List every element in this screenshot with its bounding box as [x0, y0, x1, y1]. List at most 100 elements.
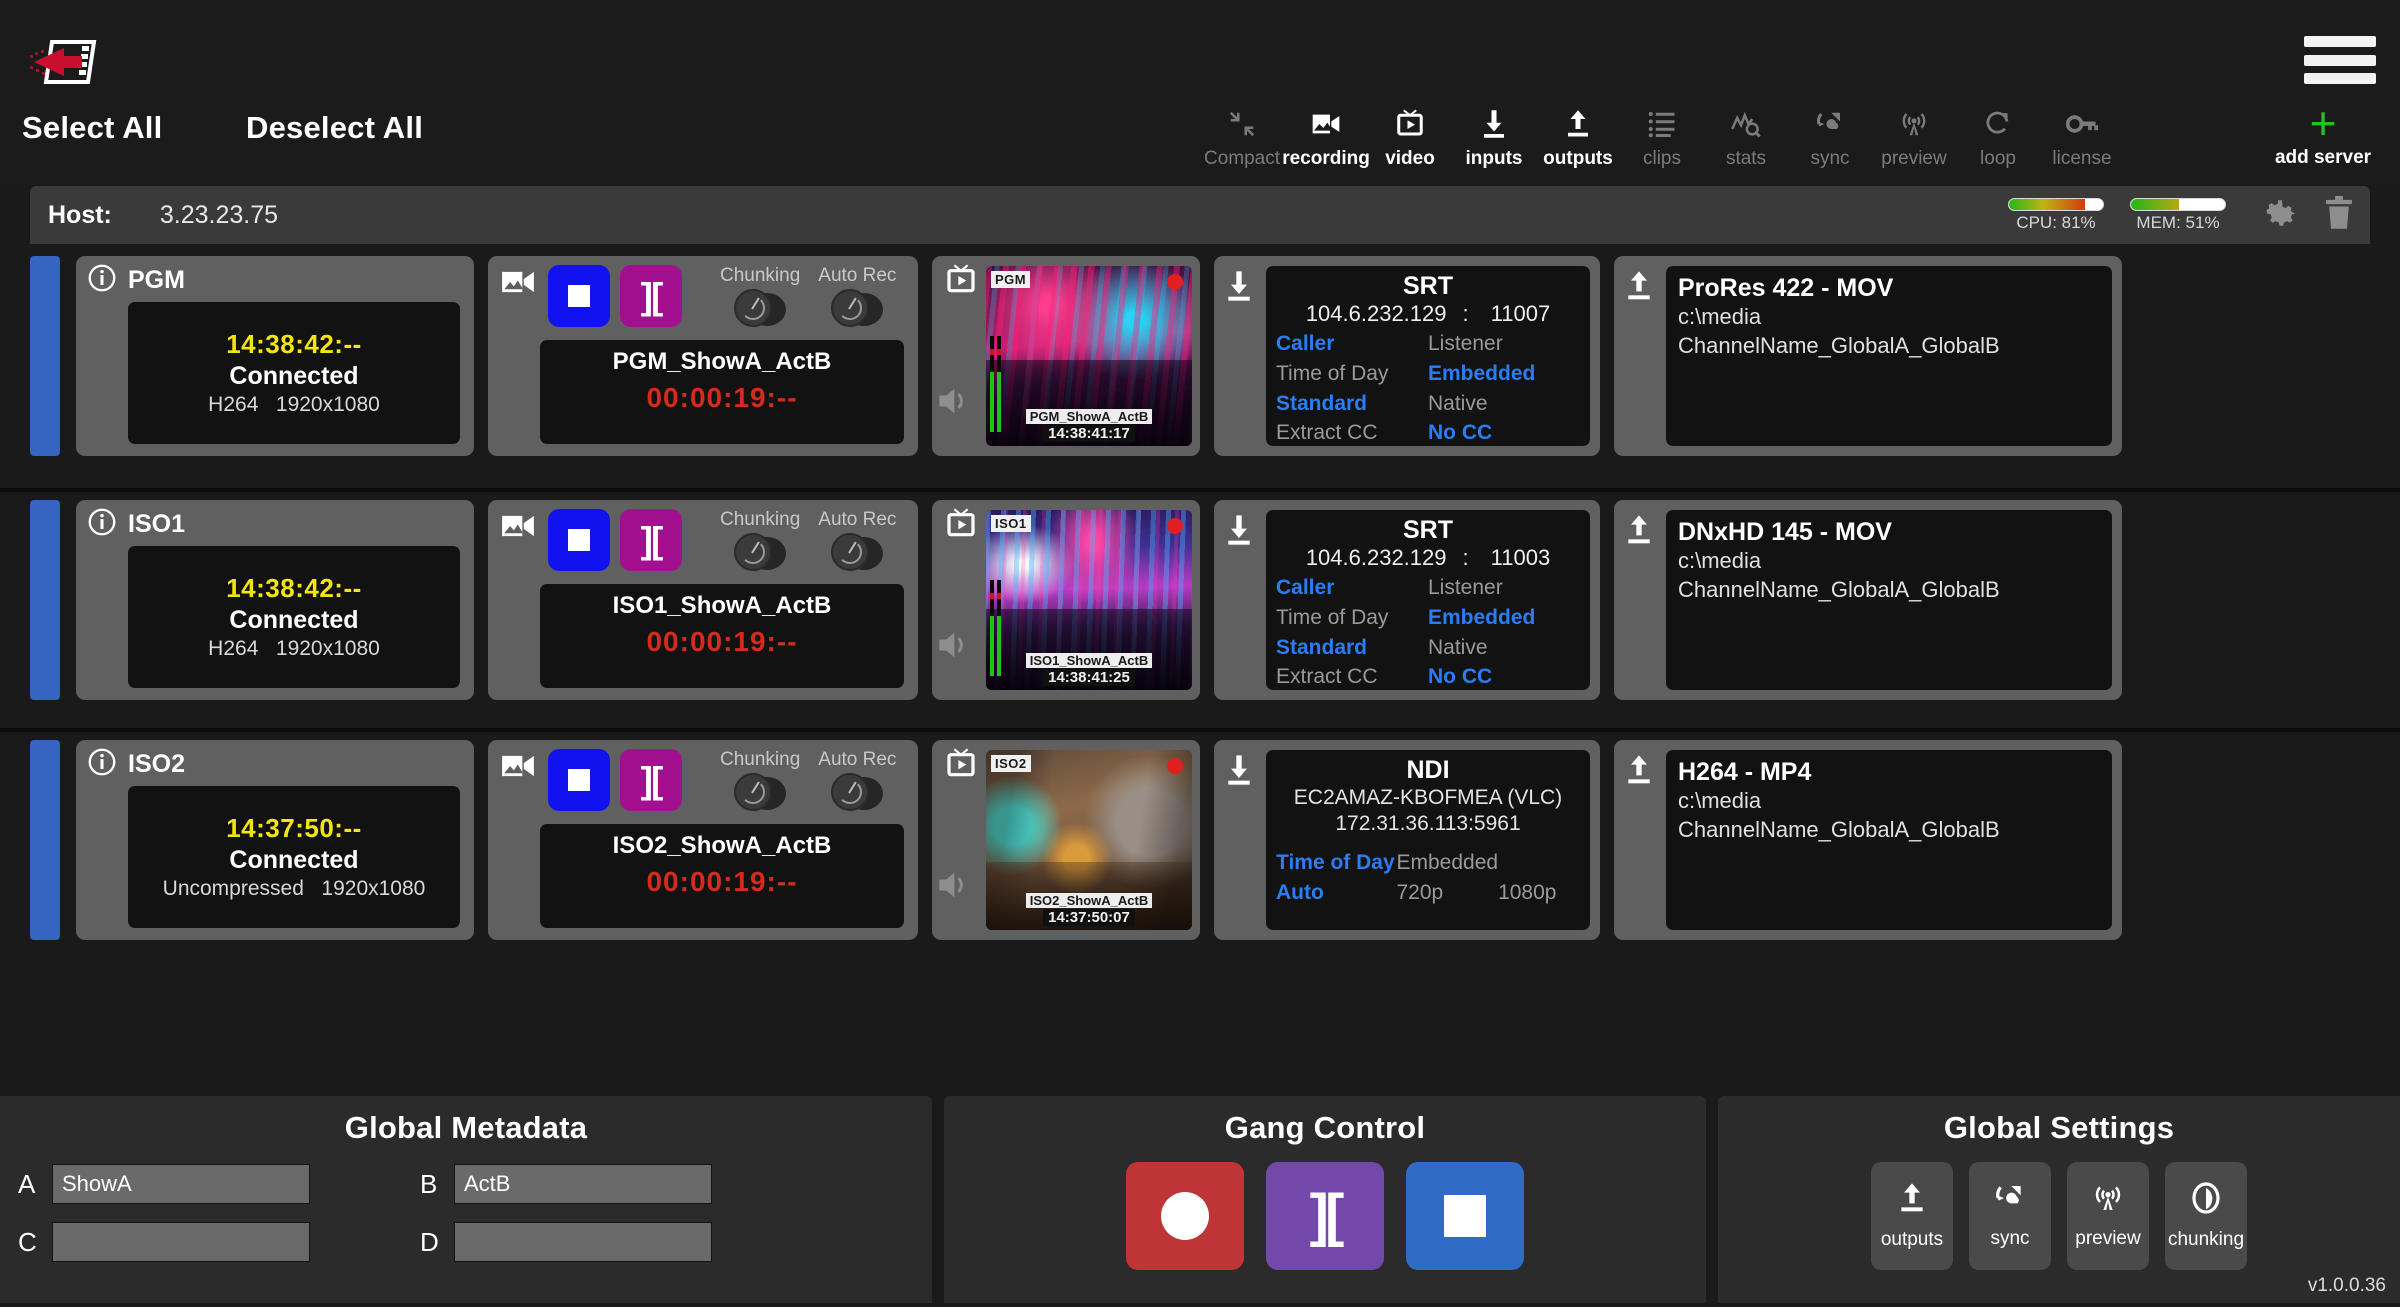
toolbar-item-recording[interactable]: recording — [1284, 104, 1368, 168]
chunk-button[interactable]: ][ — [620, 749, 682, 811]
input-option[interactable]: 1080p — [1498, 878, 1580, 908]
record-knobs: Chunking Auto Rec — [720, 509, 896, 573]
preview-video[interactable]: ISO1 ISO1_ShowA_ActB 14:38:41:25 — [986, 510, 1192, 690]
input-option[interactable]: Time of Day — [1276, 603, 1428, 633]
channel-select-bar[interactable] — [30, 740, 60, 940]
toolbar-item-stats[interactable]: stats — [1704, 104, 1788, 168]
channel-select-bar[interactable] — [30, 256, 60, 456]
input-protocol: NDI — [1276, 756, 1580, 785]
upload-arrow-icon[interactable] — [1624, 754, 1654, 791]
input-option[interactable]: Caller — [1276, 329, 1428, 359]
toolbar-label: sync — [1810, 149, 1849, 168]
stop-button[interactable] — [548, 749, 610, 811]
channel-resolution: 1920x1080 — [276, 637, 380, 660]
info-circle-icon[interactable] — [88, 264, 116, 297]
record-circle-icon — [1161, 1192, 1209, 1240]
channel-timecode: 14:38:42:-- — [226, 329, 362, 360]
select-all-button[interactable]: Select All — [22, 110, 162, 146]
video-tv-icon[interactable] — [940, 748, 982, 780]
toolbar-item-loop[interactable]: loop — [1956, 104, 2040, 168]
global-sync-button[interactable]: sync — [1969, 1162, 2051, 1270]
input-option[interactable]: Native — [1428, 633, 1580, 663]
speaker-icon[interactable] — [936, 386, 970, 421]
input-option[interactable]: 720p — [1396, 878, 1498, 908]
input-option[interactable]: Native — [1428, 389, 1580, 419]
upload-arrow-icon[interactable] — [1624, 514, 1654, 551]
stop-button[interactable] — [548, 265, 610, 327]
toolbar-label: Compact — [1204, 149, 1280, 168]
gang-chunk-button[interactable]: ][ — [1266, 1162, 1384, 1270]
toolbar-item-compact[interactable]: Compact — [1200, 104, 1284, 168]
input-option[interactable]: Listener — [1428, 329, 1580, 359]
deselect-all-button[interactable]: Deselect All — [246, 110, 423, 146]
input-option[interactable]: Standard — [1276, 633, 1428, 663]
chunking-knob[interactable]: Chunking — [720, 749, 800, 813]
autorec-knob[interactable]: Auto Rec — [818, 749, 896, 813]
global-chunking-button[interactable]: chunking — [2165, 1162, 2247, 1270]
record-timecode: 00:00:19:-- — [646, 382, 797, 414]
autorec-knob[interactable]: Auto Rec — [818, 265, 896, 329]
global-preview-button[interactable]: preview — [2067, 1162, 2149, 1270]
preview-video[interactable]: ISO2 ISO2_ShowA_ActB 14:37:50:07 — [986, 750, 1192, 930]
input-option[interactable]: Time of Day — [1276, 359, 1428, 389]
stop-button[interactable] — [548, 509, 610, 571]
metadata-label-a: A — [18, 1169, 52, 1200]
input-option[interactable]: Extract CC — [1276, 662, 1428, 692]
input-address: 104.6.232.129 — [1306, 301, 1447, 326]
info-circle-icon[interactable] — [88, 748, 116, 781]
chunking-knob[interactable]: Chunking — [720, 509, 800, 573]
global-settings-title: Global Settings — [1718, 1096, 2400, 1146]
input-option[interactable]: Embedded — [1428, 603, 1580, 633]
input-option[interactable]: Listener — [1428, 573, 1580, 603]
input-option[interactable]: No CC — [1428, 418, 1580, 448]
hamburger-menu-icon[interactable] — [2304, 36, 2376, 84]
input-option[interactable]: Time of Day — [1276, 848, 1396, 878]
input-option[interactable]: Embedded — [1428, 359, 1580, 389]
speaker-icon[interactable] — [936, 630, 970, 665]
autorec-label: Auto Rec — [818, 265, 896, 287]
metadata-input-b[interactable] — [454, 1164, 712, 1204]
gang-stop-button[interactable] — [1406, 1162, 1524, 1270]
gear-icon[interactable] — [2264, 196, 2298, 235]
global-outputs-button[interactable]: outputs — [1871, 1162, 1953, 1270]
add-server-label: add server — [2275, 147, 2371, 169]
input-option[interactable]: Standard — [1276, 389, 1428, 419]
trash-icon[interactable] — [2324, 196, 2354, 235]
download-arrow-icon[interactable] — [1224, 270, 1254, 307]
input-option[interactable]: Extract CC — [1276, 418, 1428, 448]
toolbar-item-video[interactable]: video — [1368, 104, 1452, 168]
input-option[interactable]: Embedded — [1396, 848, 1498, 878]
channel-select-bar[interactable] — [30, 500, 60, 700]
toolbar-item-outputs[interactable]: outputs — [1536, 104, 1620, 168]
toolbar-item-license[interactable]: license — [2040, 104, 2124, 168]
gang-record-button[interactable] — [1126, 1162, 1244, 1270]
upload-arrow-icon[interactable] — [1624, 270, 1654, 307]
autorec-label: Auto Rec — [818, 509, 896, 531]
toolbar-item-clips[interactable]: clips — [1620, 104, 1704, 168]
toolbar-item-preview[interactable]: preview — [1872, 104, 1956, 168]
toolbar-item-inputs[interactable]: inputs — [1452, 104, 1536, 168]
chunk-button[interactable]: ][ — [620, 265, 682, 327]
input-option[interactable]: No CC — [1428, 662, 1580, 692]
chunking-knob[interactable]: Chunking — [720, 265, 800, 329]
info-circle-icon[interactable] — [88, 508, 116, 541]
output-pattern: ChannelName_GlobalA_GlobalB — [1678, 332, 2100, 361]
preview-source-tag: PGM — [991, 271, 1030, 288]
video-tv-icon[interactable] — [940, 508, 982, 540]
preview-video[interactable]: PGM PGM_ShowA_ActB 14:38:41:17 — [986, 266, 1192, 446]
preview-source-tag: ISO1 — [991, 515, 1031, 532]
chunking-label: Chunking — [720, 509, 800, 531]
metadata-input-c[interactable] — [52, 1222, 310, 1262]
speaker-icon[interactable] — [936, 870, 970, 905]
chunk-button[interactable]: ][ — [620, 509, 682, 571]
input-option[interactable]: Auto — [1276, 878, 1396, 908]
metadata-input-d[interactable] — [454, 1222, 712, 1262]
toolbar-item-sync[interactable]: sync — [1788, 104, 1872, 168]
autorec-knob[interactable]: Auto Rec — [818, 509, 896, 573]
input-option[interactable]: Caller — [1276, 573, 1428, 603]
metadata-input-a[interactable] — [52, 1164, 310, 1204]
video-tv-icon[interactable] — [940, 264, 982, 296]
download-arrow-icon[interactable] — [1224, 754, 1254, 791]
download-arrow-icon[interactable] — [1224, 514, 1254, 551]
add-server-button[interactable]: + add server — [2264, 104, 2382, 169]
